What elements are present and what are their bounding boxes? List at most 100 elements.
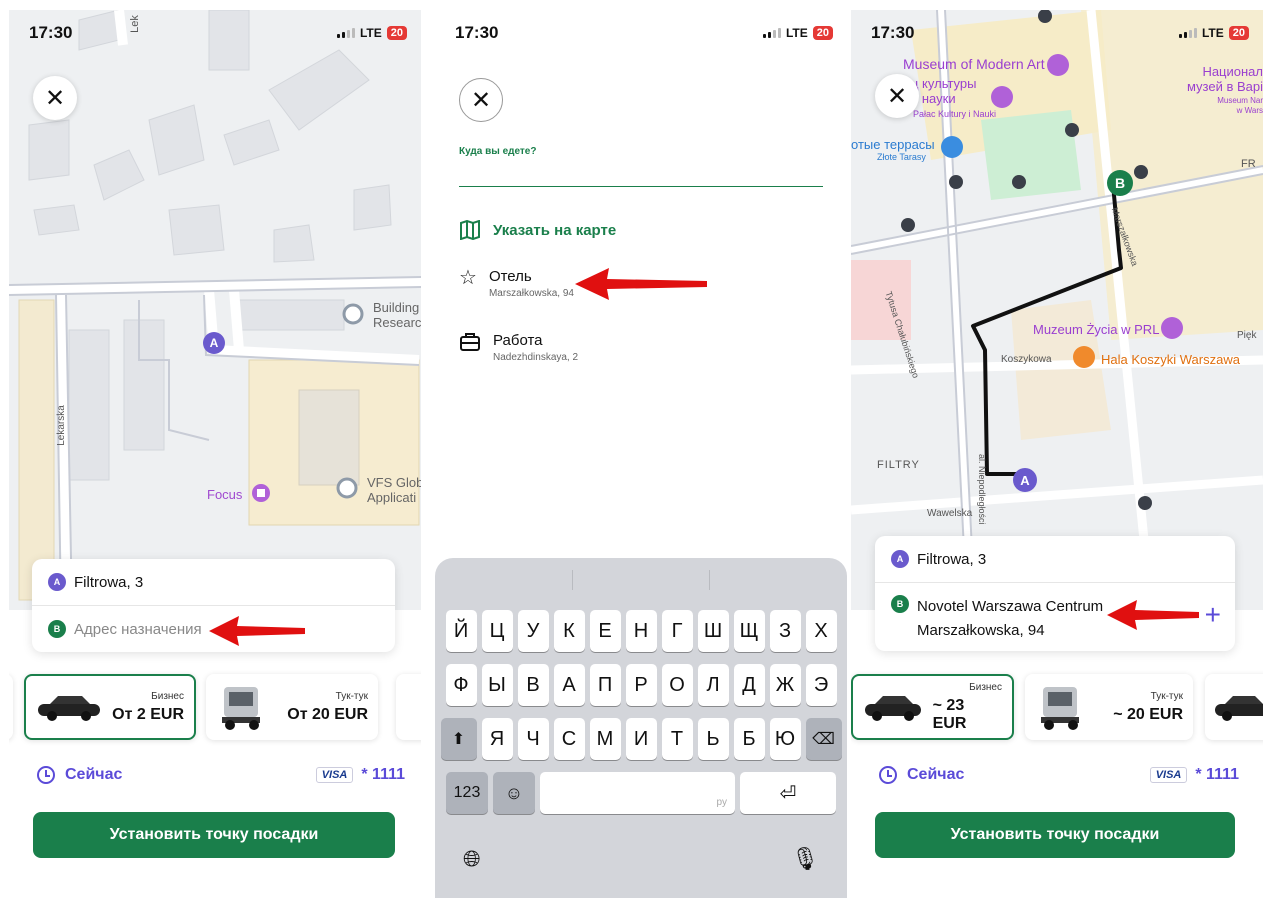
close-button[interactable]: ✕ — [33, 76, 77, 120]
tariff-business[interactable]: Бизнес От 2 EUR — [24, 674, 196, 740]
globe-icon[interactable]: 🌐︎ — [463, 846, 481, 872]
letter-key[interactable]: Г — [661, 610, 693, 652]
tariff-next[interactable] — [396, 674, 421, 740]
letter-key[interactable]: Е — [589, 610, 621, 652]
letter-key[interactable]: К — [553, 610, 585, 652]
favorite-work[interactable]: Работа Nadezhdinskaya, 2 — [459, 332, 578, 363]
street-label: al. Niepodległości — [977, 454, 987, 525]
poi-label: ц культуры и науки — [911, 76, 977, 106]
tariff-next[interactable] — [1205, 674, 1263, 740]
battery-icon: 20 — [386, 26, 407, 40]
signal-icon — [762, 28, 781, 38]
letter-key[interactable]: Х — [805, 610, 837, 652]
set-pickup-button[interactable]: Установить точку посадки — [875, 812, 1235, 858]
favorite-title: Работа — [493, 332, 543, 349]
pickup-marker[interactable]: A — [1013, 468, 1037, 492]
letter-key[interactable]: Ч — [517, 718, 549, 760]
letter-key[interactable]: П — [589, 664, 621, 706]
return-key[interactable]: ⏎ — [740, 772, 836, 814]
poi-label: Hala Koszyki Warszawa — [1101, 352, 1240, 367]
pin-b-icon: B — [891, 595, 909, 613]
letter-key[interactable]: З — [769, 610, 801, 652]
star-icon: ☆ — [459, 267, 477, 289]
keyboard-row: ⬆ ЯЧСМИТЬБЮ ⌫ — [435, 718, 847, 760]
choose-on-map-label: Указать на карте — [493, 221, 617, 239]
letter-key[interactable]: Э — [805, 664, 837, 706]
schedule-button[interactable]: Сейчас — [879, 766, 964, 784]
signal-icon — [336, 28, 355, 38]
card-number: * 1111 — [361, 766, 405, 783]
letter-key[interactable]: Д — [733, 664, 765, 706]
letter-key[interactable]: А — [553, 664, 585, 706]
letter-key[interactable]: Ц — [481, 610, 513, 652]
letter-key[interactable]: С — [553, 718, 585, 760]
letter-key[interactable]: Ж — [769, 664, 801, 706]
payment-button[interactable]: VISA * 1111 — [315, 766, 405, 784]
tariff-list: Бизнес От 2 EUR Тук-тук От 20 EUR — [9, 674, 421, 742]
close-icon: ✕ — [44, 84, 66, 112]
schedule-button[interactable]: Сейчас — [37, 766, 122, 784]
letter-key[interactable]: Л — [697, 664, 729, 706]
letter-key[interactable]: В — [517, 664, 549, 706]
close-button[interactable]: ✕ — [875, 74, 919, 118]
close-button[interactable]: ✕ — [459, 78, 503, 122]
letter-key[interactable]: Р — [625, 664, 657, 706]
set-pickup-button[interactable]: Установить точку посадки — [33, 812, 395, 858]
letter-key[interactable]: Ш — [697, 610, 729, 652]
tariff-business[interactable]: Бизнес ~ 23 EUR — [851, 674, 1014, 740]
backspace-key[interactable]: ⌫ — [805, 718, 842, 760]
poi-label: Национал музей в Варі — [1186, 64, 1263, 94]
letter-key[interactable]: Й — [445, 610, 477, 652]
letter-key[interactable]: О — [661, 664, 693, 706]
destination-marker[interactable]: B — [1107, 170, 1133, 196]
status-time: 17:30 — [871, 23, 915, 42]
origin-row[interactable]: A Filtrowa, 3 — [32, 559, 395, 605]
tariff-tuktuk[interactable]: Тук-тук ~ 20 EUR — [1025, 674, 1193, 740]
red-arrow-annotation — [1107, 600, 1199, 630]
tariff-price: От 2 EUR — [112, 705, 184, 723]
car-icon — [1215, 696, 1263, 721]
favorite-hotel[interactable]: ☆ Отель Marszałkowska, 94 — [459, 268, 574, 299]
tariff-price: ~ 23 EUR — [932, 696, 967, 732]
letter-key[interactable]: М — [589, 718, 621, 760]
options-row: Сейчас VISA * 1111 — [37, 766, 405, 784]
microphone-icon[interactable]: 🎙︎ — [791, 846, 819, 872]
letter-key[interactable]: Ф — [445, 664, 477, 706]
shift-key[interactable]: ⬆ — [440, 718, 477, 760]
origin-row[interactable]: A Filtrowa, 3 — [875, 536, 1235, 582]
poi-label: Museum of Modern Art — [903, 56, 1045, 72]
street-label: Wawelska — [927, 508, 973, 519]
tariff-price: От 20 EUR — [287, 705, 368, 723]
tariff-tuktuk[interactable]: Тук-тук От 20 EUR — [206, 674, 378, 740]
tariff-price: ~ 20 EUR — [1113, 705, 1183, 723]
signal-icon — [1178, 28, 1197, 38]
letter-key[interactable]: Щ — [733, 610, 765, 652]
letter-key[interactable]: Ю — [769, 718, 801, 760]
poi-label: Muzeum Życia w PRL — [1033, 322, 1160, 337]
letter-key[interactable]: Т — [661, 718, 693, 760]
letter-key[interactable]: Ы — [481, 664, 513, 706]
keyboard: ЙЦУКЕНГШЩЗХ ФЫВАПРОЛДЖЭ ⬆ ЯЧСМИТЬБЮ ⌫ 12… — [435, 558, 847, 898]
letter-key[interactable]: Б — [733, 718, 765, 760]
schedule-label: Сейчас — [907, 766, 965, 783]
letter-key[interactable]: У — [517, 610, 549, 652]
letter-key[interactable]: Н — [625, 610, 657, 652]
destination-input[interactable] — [459, 186, 823, 187]
emoji-key[interactable]: ☺ — [493, 772, 535, 814]
space-key[interactable]: ру — [540, 772, 735, 814]
add-stop-icon[interactable]: + — [1205, 599, 1221, 631]
district-label: FILTRY — [877, 459, 920, 471]
tuktuk-icon — [222, 687, 260, 730]
letter-key[interactable]: Я — [481, 718, 513, 760]
clock-icon — [879, 766, 897, 784]
letter-key[interactable]: И — [625, 718, 657, 760]
origin-address: Filtrowa, 3 — [917, 550, 987, 568]
choose-on-map-button[interactable]: Указать на карте — [459, 220, 616, 240]
pickup-marker[interactable]: A — [203, 332, 225, 354]
route-card: A Filtrowa, 3 B Novotel Warszawa Centrum… — [875, 536, 1235, 651]
tariff-list: Бизнес ~ 23 EUR Тук-тук ~ 20 EUR — [851, 674, 1263, 742]
numbers-key[interactable]: 123 — [446, 772, 488, 814]
visa-icon: VISA — [315, 767, 354, 783]
letter-key[interactable]: Ь — [697, 718, 729, 760]
payment-button[interactable]: VISA * 1111 — [1149, 766, 1239, 784]
